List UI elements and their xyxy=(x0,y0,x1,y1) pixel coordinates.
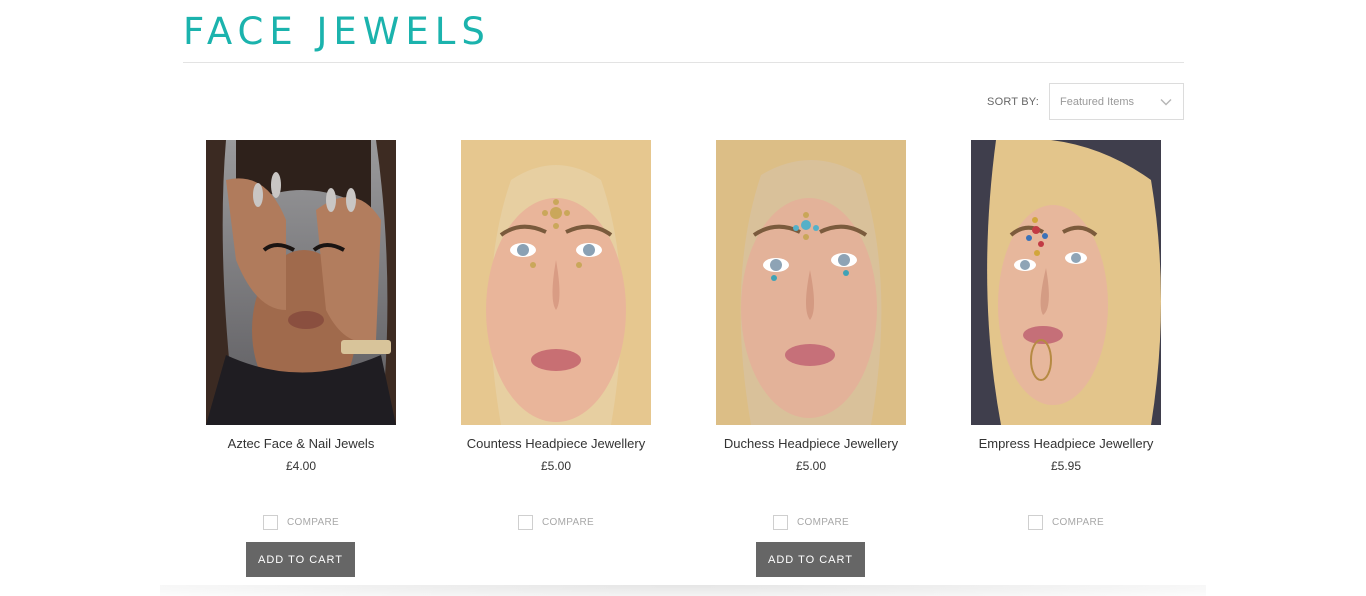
compare-checkbox[interactable] xyxy=(263,515,279,530)
product-card: Empress Headpiece Jewellery £5.95 COMPAR… xyxy=(971,140,1161,530)
footer-shadow xyxy=(160,585,1206,596)
add-to-cart-button[interactable]: ADD TO CART xyxy=(246,542,355,577)
product-image-link[interactable] xyxy=(971,140,1161,425)
compare-label: COMPARE xyxy=(287,517,339,528)
product-image xyxy=(206,140,396,425)
compare-label: COMPARE xyxy=(797,517,849,528)
product-card: Duchess Headpiece Jewellery £5.00 COMPAR… xyxy=(716,140,906,577)
product-image-link[interactable] xyxy=(206,140,396,425)
product-price: £5.00 xyxy=(795,459,827,473)
compare-control: COMPARE xyxy=(206,515,396,530)
product-image xyxy=(461,140,651,425)
compare-control: COMPARE xyxy=(971,515,1161,530)
compare-checkbox[interactable] xyxy=(518,515,534,530)
compare-control: COMPARE xyxy=(461,515,651,530)
product-price: £5.95 xyxy=(1050,459,1082,473)
sort-select[interactable]: Featured Items xyxy=(1049,83,1184,120)
product-image xyxy=(971,140,1161,425)
product-title[interactable]: Duchess Headpiece Jewellery xyxy=(716,436,906,452)
product-image-link[interactable] xyxy=(716,140,906,425)
add-to-cart-button[interactable]: ADD TO CART xyxy=(756,542,865,577)
title-divider xyxy=(183,62,1184,63)
product-grid: Aztec Face & Nail Jewels £4.00 COMPARE A… xyxy=(206,140,1161,596)
sort-bar: SORT BY: Featured Items xyxy=(987,83,1184,120)
compare-checkbox[interactable] xyxy=(773,515,789,530)
compare-checkbox[interactable] xyxy=(1028,515,1044,530)
product-title[interactable]: Countess Headpiece Jewellery xyxy=(461,436,651,452)
product-image xyxy=(716,140,906,425)
product-price: £4.00 xyxy=(285,459,317,473)
sort-label: SORT BY: xyxy=(987,95,1039,108)
sort-selected-value: Featured Items xyxy=(1060,95,1134,108)
compare-control: COMPARE xyxy=(716,515,906,530)
chevron-down-icon xyxy=(1160,98,1172,105)
product-title[interactable]: Aztec Face & Nail Jewels xyxy=(206,436,396,452)
product-image-link[interactable] xyxy=(461,140,651,425)
product-price: £5.00 xyxy=(540,459,572,473)
compare-label: COMPARE xyxy=(1052,517,1104,528)
product-card: Countess Headpiece Jewellery £5.00 COMPA… xyxy=(461,140,651,530)
page-title: FACE JEWELS xyxy=(183,10,491,53)
category-page: FACE JEWELS SORT BY: Featured Items Azte… xyxy=(0,0,1366,596)
compare-label: COMPARE xyxy=(542,517,594,528)
product-card: Aztec Face & Nail Jewels £4.00 COMPARE A… xyxy=(206,140,396,577)
product-title[interactable]: Empress Headpiece Jewellery xyxy=(971,436,1161,452)
